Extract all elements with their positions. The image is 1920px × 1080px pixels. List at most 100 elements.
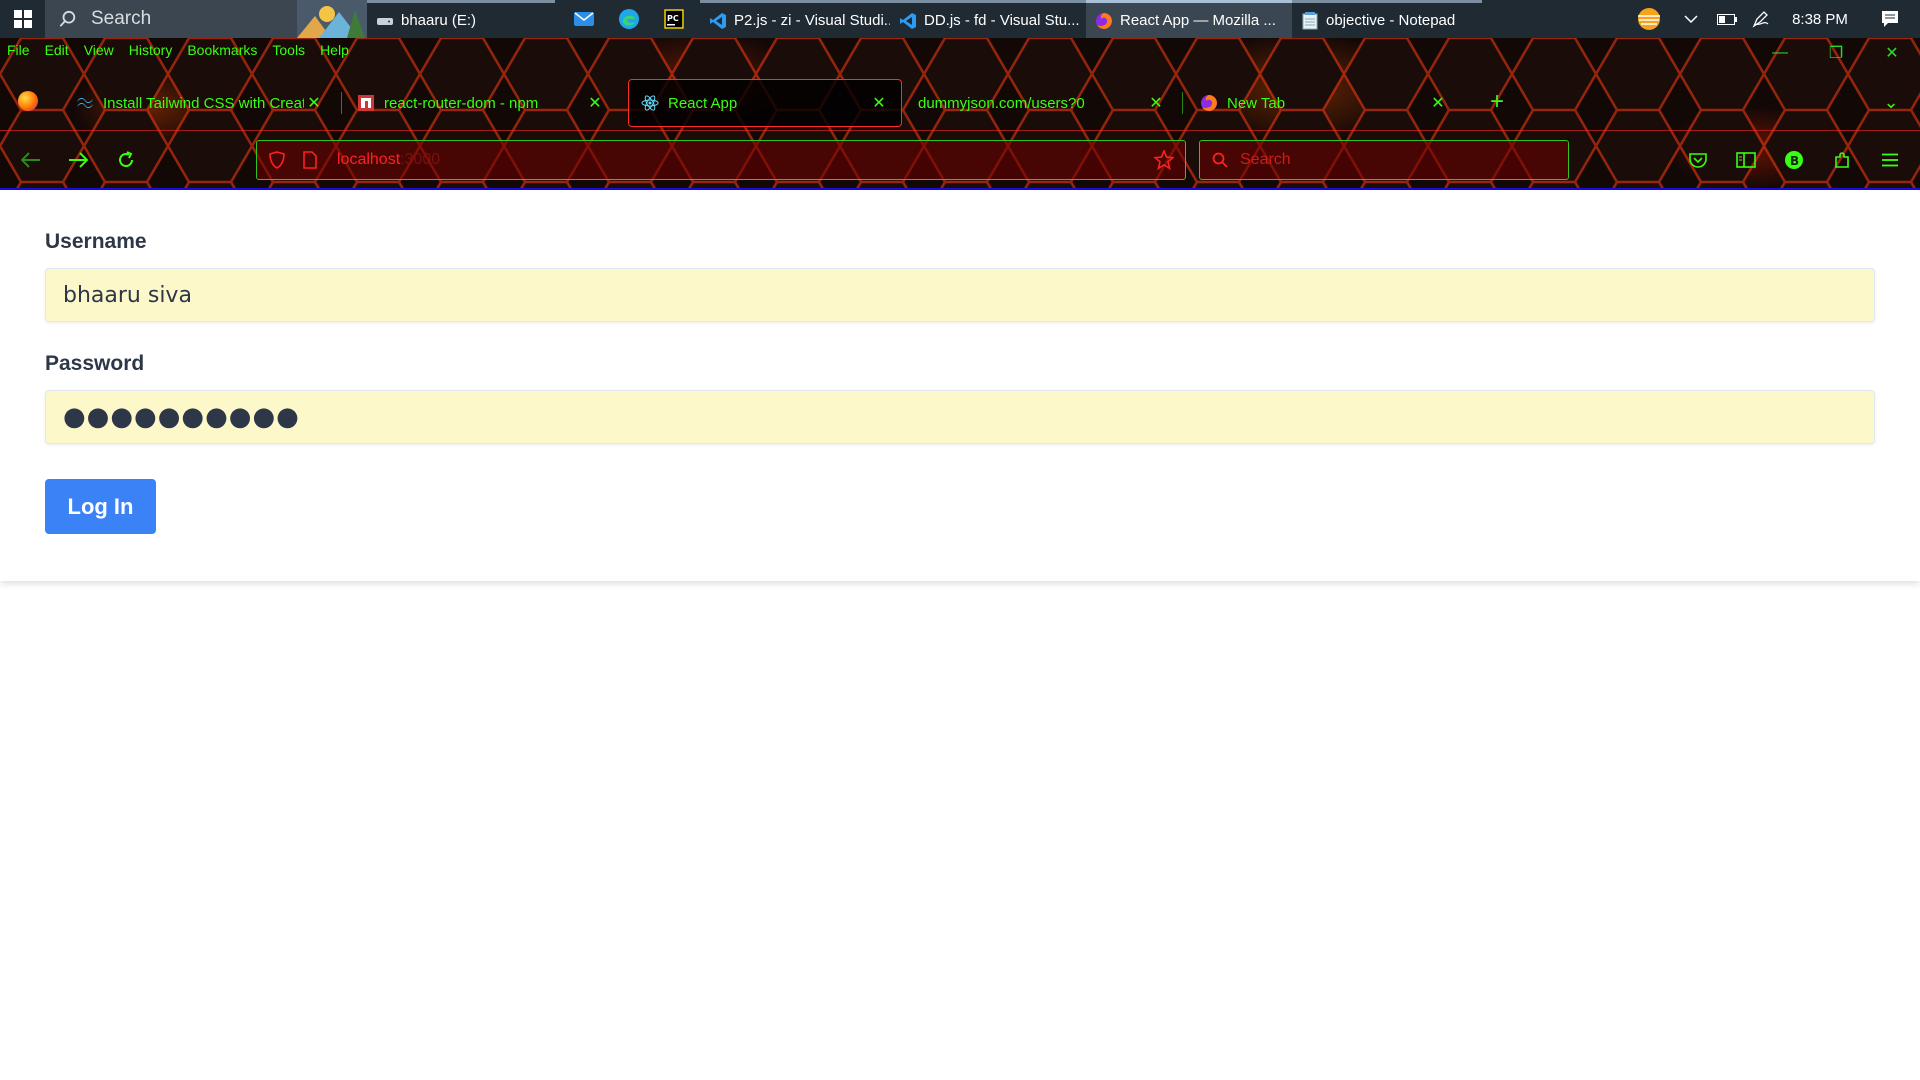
close-tab-icon[interactable]: ✕ xyxy=(1146,93,1166,113)
browser-chrome: File Edit View History Bookmarks Tools H… xyxy=(0,38,1920,190)
taskbar-search-placeholder: Search xyxy=(91,8,152,29)
pocket-icon[interactable] xyxy=(1683,145,1713,175)
firefox-view-icon[interactable] xyxy=(18,91,38,111)
login-button[interactable]: Log In xyxy=(45,479,156,534)
tab-divider xyxy=(1182,92,1183,114)
menu-bookmarks[interactable]: Bookmarks xyxy=(187,42,257,58)
vscode-icon xyxy=(898,11,918,31)
minimize-icon[interactable]: — xyxy=(1752,38,1808,68)
tailwind-icon xyxy=(76,94,94,112)
close-tab-icon[interactable]: ✕ xyxy=(304,93,324,113)
start-button[interactable] xyxy=(0,0,45,38)
firefox-icon xyxy=(1094,11,1114,31)
extensions-puzzle-icon[interactable] xyxy=(1827,145,1857,175)
search-highlight-illustration-icon xyxy=(297,0,367,38)
sidebar-toggle-icon[interactable] xyxy=(1731,145,1761,175)
tab-new-tab[interactable]: New Tab ✕ xyxy=(1188,79,1460,127)
tab-label: New Tab xyxy=(1227,94,1286,112)
pycharm-icon: PC xyxy=(663,9,684,29)
tab-dummyjson[interactable]: dummyjson.com/users?0 ✕ xyxy=(906,79,1178,127)
taskbar-pin-pycharm[interactable]: PC xyxy=(651,0,696,38)
password-label: Password xyxy=(45,352,145,375)
tab-label: react-router-dom - npm xyxy=(384,94,539,112)
new-tab-plus-icon[interactable]: + xyxy=(1483,88,1511,116)
tab-divider xyxy=(341,92,342,114)
taskbar-app-label: React App — Mozilla ... xyxy=(1120,12,1276,29)
tab-label: React App xyxy=(668,94,738,112)
tab-react-app[interactable]: React App ✕ xyxy=(628,79,902,127)
notepad-icon xyxy=(1300,11,1320,31)
url-host: localhost xyxy=(337,151,401,168)
tray-weather-icon[interactable] xyxy=(1628,0,1670,38)
bookmark-star-icon[interactable] xyxy=(1153,149,1175,171)
system-tray: 8:38 PM xyxy=(1628,0,1920,38)
address-url: localhost:3000 xyxy=(337,151,440,169)
menu-help[interactable]: Help xyxy=(320,42,349,58)
restore-icon[interactable]: ❐ xyxy=(1808,38,1864,68)
taskbar-app-vscode-dd[interactable]: DD.js - fd - Visual Stu... xyxy=(890,0,1086,38)
taskbar-app-label: P2.js - zi - Visual Studi... xyxy=(734,12,890,29)
search-icon xyxy=(1212,152,1228,168)
chevron-down-icon[interactable]: ⌄ xyxy=(1878,88,1904,116)
forward-arrow-icon[interactable] xyxy=(63,145,93,175)
taskbar-app-firefox[interactable]: React App — Mozilla ... xyxy=(1086,0,1292,38)
svg-text:B: B xyxy=(1790,154,1799,168)
reload-icon[interactable] xyxy=(111,145,141,175)
tab-strip: Install Tailwind CSS with Create ✕ react… xyxy=(0,78,1920,128)
tab-npm[interactable]: react-router-dom - npm ✕ xyxy=(345,79,617,127)
drive-icon xyxy=(375,11,395,31)
taskbar-app-label: objective - Notepad xyxy=(1326,12,1456,29)
username-input[interactable] xyxy=(45,268,1875,322)
notification-icon[interactable] xyxy=(1860,0,1920,38)
chevron-up-icon[interactable] xyxy=(1670,0,1712,38)
search-icon xyxy=(59,10,76,27)
menu-tools[interactable]: Tools xyxy=(272,42,305,58)
menu-bar: File Edit View History Bookmarks Tools H… xyxy=(0,38,364,62)
address-bar[interactable]: localhost:3000 xyxy=(256,140,1186,180)
close-tab-icon[interactable]: ✕ xyxy=(1428,93,1448,113)
tab-tailwind[interactable]: Install Tailwind CSS with Create ✕ xyxy=(64,79,336,127)
tracking-shield-icon[interactable] xyxy=(267,150,287,170)
navigation-toolbar: localhost:3000 B xyxy=(0,130,1920,190)
firefox-icon xyxy=(1200,94,1218,112)
taskbar-clock[interactable]: 8:38 PM xyxy=(1780,11,1860,28)
taskbar-app-drive[interactable]: bhaaru (E:) xyxy=(367,0,555,38)
npm-icon xyxy=(357,94,375,112)
edge-icon xyxy=(618,9,639,29)
page-viewport: Username Password Log In xyxy=(0,190,1920,1080)
tab-label: dummyjson.com/users?0 xyxy=(918,94,1085,112)
menu-view[interactable]: View xyxy=(84,42,114,58)
menu-file[interactable]: File xyxy=(7,42,30,58)
username-label: Username xyxy=(45,230,147,253)
password-input[interactable] xyxy=(45,390,1875,444)
web-search-bar[interactable] xyxy=(1199,140,1569,180)
close-tab-icon[interactable]: ✕ xyxy=(869,93,889,113)
login-form: Username Password Log In xyxy=(0,190,1920,581)
back-arrow-icon[interactable] xyxy=(16,145,46,175)
hamburger-menu-icon[interactable] xyxy=(1875,145,1905,175)
close-icon[interactable]: ✕ xyxy=(1864,38,1920,68)
windows-logo-icon xyxy=(13,10,32,28)
vscode-icon xyxy=(708,11,728,31)
taskbar-pin-edge[interactable] xyxy=(606,0,651,38)
tab-label: Install Tailwind CSS with Create xyxy=(103,94,304,112)
taskbar-app-notepad[interactable]: objective - Notepad xyxy=(1292,0,1482,38)
battery-icon[interactable] xyxy=(1712,0,1742,38)
mail-icon xyxy=(573,12,594,26)
url-port: :3000 xyxy=(400,151,441,168)
extension-b-icon[interactable]: B xyxy=(1779,145,1809,175)
close-tab-icon[interactable]: ✕ xyxy=(585,93,605,113)
taskbar-app-label: bhaaru (E:) xyxy=(401,12,477,29)
windows-taskbar: Search bhaaru (E:) PC P2.js - zi - Visua… xyxy=(0,0,1920,38)
pen-icon[interactable] xyxy=(1742,0,1780,38)
taskbar-pin-mail[interactable] xyxy=(561,0,606,38)
menu-edit[interactable]: Edit xyxy=(45,42,69,58)
svg-text:PC: PC xyxy=(667,14,679,23)
web-search-input[interactable] xyxy=(1240,151,1540,169)
menu-history[interactable]: History xyxy=(129,42,173,58)
taskbar-app-vscode-p2[interactable]: P2.js - zi - Visual Studi... xyxy=(700,0,890,38)
page-info-icon[interactable] xyxy=(301,150,319,170)
taskbar-search-box[interactable]: Search xyxy=(45,0,367,38)
taskbar-app-label: DD.js - fd - Visual Stu... xyxy=(924,12,1080,29)
window-controls: — ❐ ✕ xyxy=(1752,38,1920,68)
